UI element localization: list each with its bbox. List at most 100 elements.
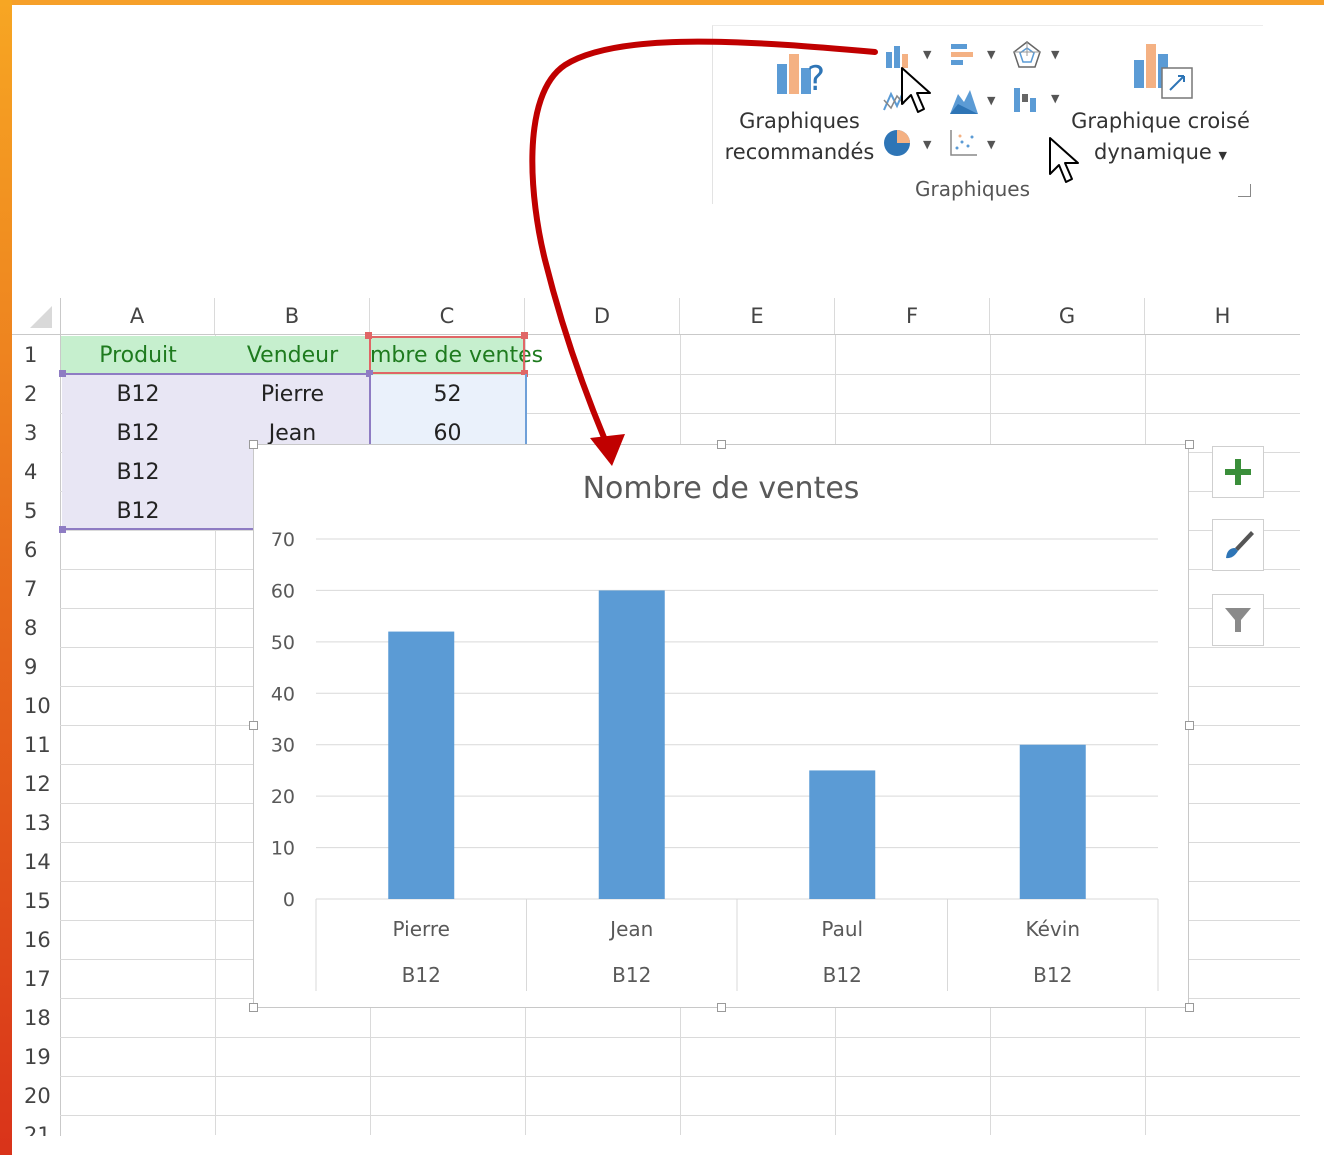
col-header-c[interactable]: C (370, 298, 525, 334)
radar-chart-icon[interactable] (1012, 40, 1042, 70)
col-header-d[interactable]: D (525, 298, 680, 334)
chevron-down-icon[interactable]: ▼ (1051, 48, 1059, 61)
row-header[interactable]: 21 (12, 1116, 60, 1136)
y-tick-label: 50 (271, 632, 295, 654)
row-header[interactable]: 10 (12, 687, 60, 726)
col-header-h[interactable]: H (1145, 298, 1300, 334)
gridline (60, 1115, 1300, 1116)
chevron-down-icon[interactable]: ▼ (1051, 92, 1059, 105)
row-header[interactable]: 20 (12, 1077, 60, 1116)
chevron-down-icon[interactable]: ▼ (987, 138, 995, 151)
recommended-label-2: recommandés (724, 140, 875, 164)
row-header[interactable]: 19 (12, 1038, 60, 1077)
chevron-down-icon[interactable]: ▼ (923, 48, 931, 61)
pivot-chart-icon[interactable] (1132, 40, 1196, 102)
row-header[interactable]: 5 (12, 492, 60, 531)
svg-text:?: ? (807, 59, 825, 99)
cell-a4[interactable]: B12 (61, 453, 215, 492)
waterfall-chart-icon[interactable] (1012, 84, 1042, 114)
select-all-corner[interactable] (24, 302, 56, 332)
series-name-range-border (369, 336, 525, 374)
bar (388, 631, 455, 899)
pie-chart-icon[interactable] (882, 128, 912, 158)
y-tick-label: 40 (271, 683, 295, 705)
pivot-label-1: Graphique croisé (1071, 109, 1250, 133)
row-header[interactable]: 6 (12, 531, 60, 570)
row-header[interactable]: 2 (12, 375, 60, 414)
row-header[interactable]: 17 (12, 960, 60, 999)
cell-b2[interactable]: Pierre (215, 375, 370, 414)
col-header-e[interactable]: E (680, 298, 835, 334)
col-header-f[interactable]: F (835, 298, 990, 334)
range-handle[interactable] (521, 332, 528, 339)
range-handle[interactable] (365, 332, 372, 339)
col-header-g[interactable]: G (990, 298, 1145, 334)
y-tick-label: 0 (283, 889, 295, 911)
resize-handle[interactable] (249, 1003, 258, 1012)
row-header[interactable]: 7 (12, 570, 60, 609)
group-label-charts: Graphiques (915, 177, 1030, 201)
mouse-cursor-icon (1049, 137, 1079, 183)
cell-c2[interactable]: 52 (370, 375, 525, 414)
pivot-chart-button[interactable]: Graphique croisé dynamique ▼ (1068, 106, 1253, 171)
y-tick-label: 70 (271, 529, 295, 551)
x-group-label: B12 (402, 963, 441, 987)
row-header[interactable]: 12 (12, 765, 60, 804)
resize-handle[interactable] (1185, 721, 1194, 730)
resize-handle[interactable] (249, 440, 258, 449)
bar (1019, 744, 1086, 899)
bar (598, 590, 665, 899)
cell-b1-header[interactable]: Vendeur (215, 336, 370, 375)
gridline (60, 1037, 1300, 1038)
bar (809, 770, 876, 899)
chart-styles-button[interactable] (1212, 519, 1264, 571)
frame-left-border (0, 0, 12, 1155)
x-tick-label: Jean (608, 917, 653, 941)
x-tick-label: Pierre (393, 917, 450, 941)
scatter-chart-icon[interactable] (948, 128, 978, 158)
row-header[interactable]: 9 (12, 648, 60, 687)
cell-a2[interactable]: B12 (61, 375, 215, 414)
y-tick-label: 10 (271, 838, 295, 860)
row-header[interactable]: 3 (12, 414, 60, 453)
recommended-label-1: Graphiques (739, 109, 860, 133)
row-header[interactable]: 1 (12, 336, 60, 375)
resize-handle[interactable] (717, 1003, 726, 1012)
chevron-down-icon[interactable]: ▼ (923, 138, 931, 151)
x-tick-label: Kévin (1026, 917, 1081, 941)
x-group-label: B12 (823, 963, 862, 987)
row-header[interactable]: 16 (12, 921, 60, 960)
chevron-down-icon[interactable]: ▼ (987, 94, 995, 107)
x-group-label: B12 (1033, 963, 1072, 987)
pivot-label-2-row: dynamique ▼ (1068, 137, 1253, 171)
resize-handle[interactable] (717, 440, 726, 449)
recommended-charts-button[interactable]: Graphiques recommandés (722, 106, 877, 168)
row-header[interactable]: 18 (12, 999, 60, 1038)
row-header[interactable]: 4 (12, 453, 60, 492)
area-chart-icon[interactable] (948, 86, 978, 116)
resize-handle[interactable] (249, 721, 258, 730)
row-header[interactable]: 8 (12, 609, 60, 648)
chevron-down-icon[interactable]: ▼ (987, 48, 995, 61)
chart-filters-button[interactable] (1212, 594, 1264, 646)
cell-a3[interactable]: B12 (61, 414, 215, 453)
row-header[interactable]: 15 (12, 882, 60, 921)
col-header-a[interactable]: A (60, 298, 215, 334)
cell-a5[interactable]: B12 (61, 492, 215, 531)
row-header[interactable]: 11 (12, 726, 60, 765)
gridline (60, 1076, 1300, 1077)
mouse-cursor-icon (901, 67, 931, 113)
cell-a1-header[interactable]: Produit (61, 336, 215, 375)
chart-elements-button[interactable] (1212, 446, 1264, 498)
add-element-icon (1225, 459, 1251, 485)
dialog-launcher-icon[interactable] (1238, 184, 1251, 197)
resize-handle[interactable] (1185, 1003, 1194, 1012)
resize-handle[interactable] (1185, 440, 1194, 449)
bar-chart-icon[interactable] (948, 42, 978, 72)
row-header[interactable]: 13 (12, 804, 60, 843)
chart-title: Nombre de ventes (583, 471, 860, 506)
x-group-label: B12 (612, 963, 651, 987)
col-header-b[interactable]: B (215, 298, 370, 334)
recommended-charts-icon[interactable]: ? (775, 48, 833, 100)
row-header[interactable]: 14 (12, 843, 60, 882)
